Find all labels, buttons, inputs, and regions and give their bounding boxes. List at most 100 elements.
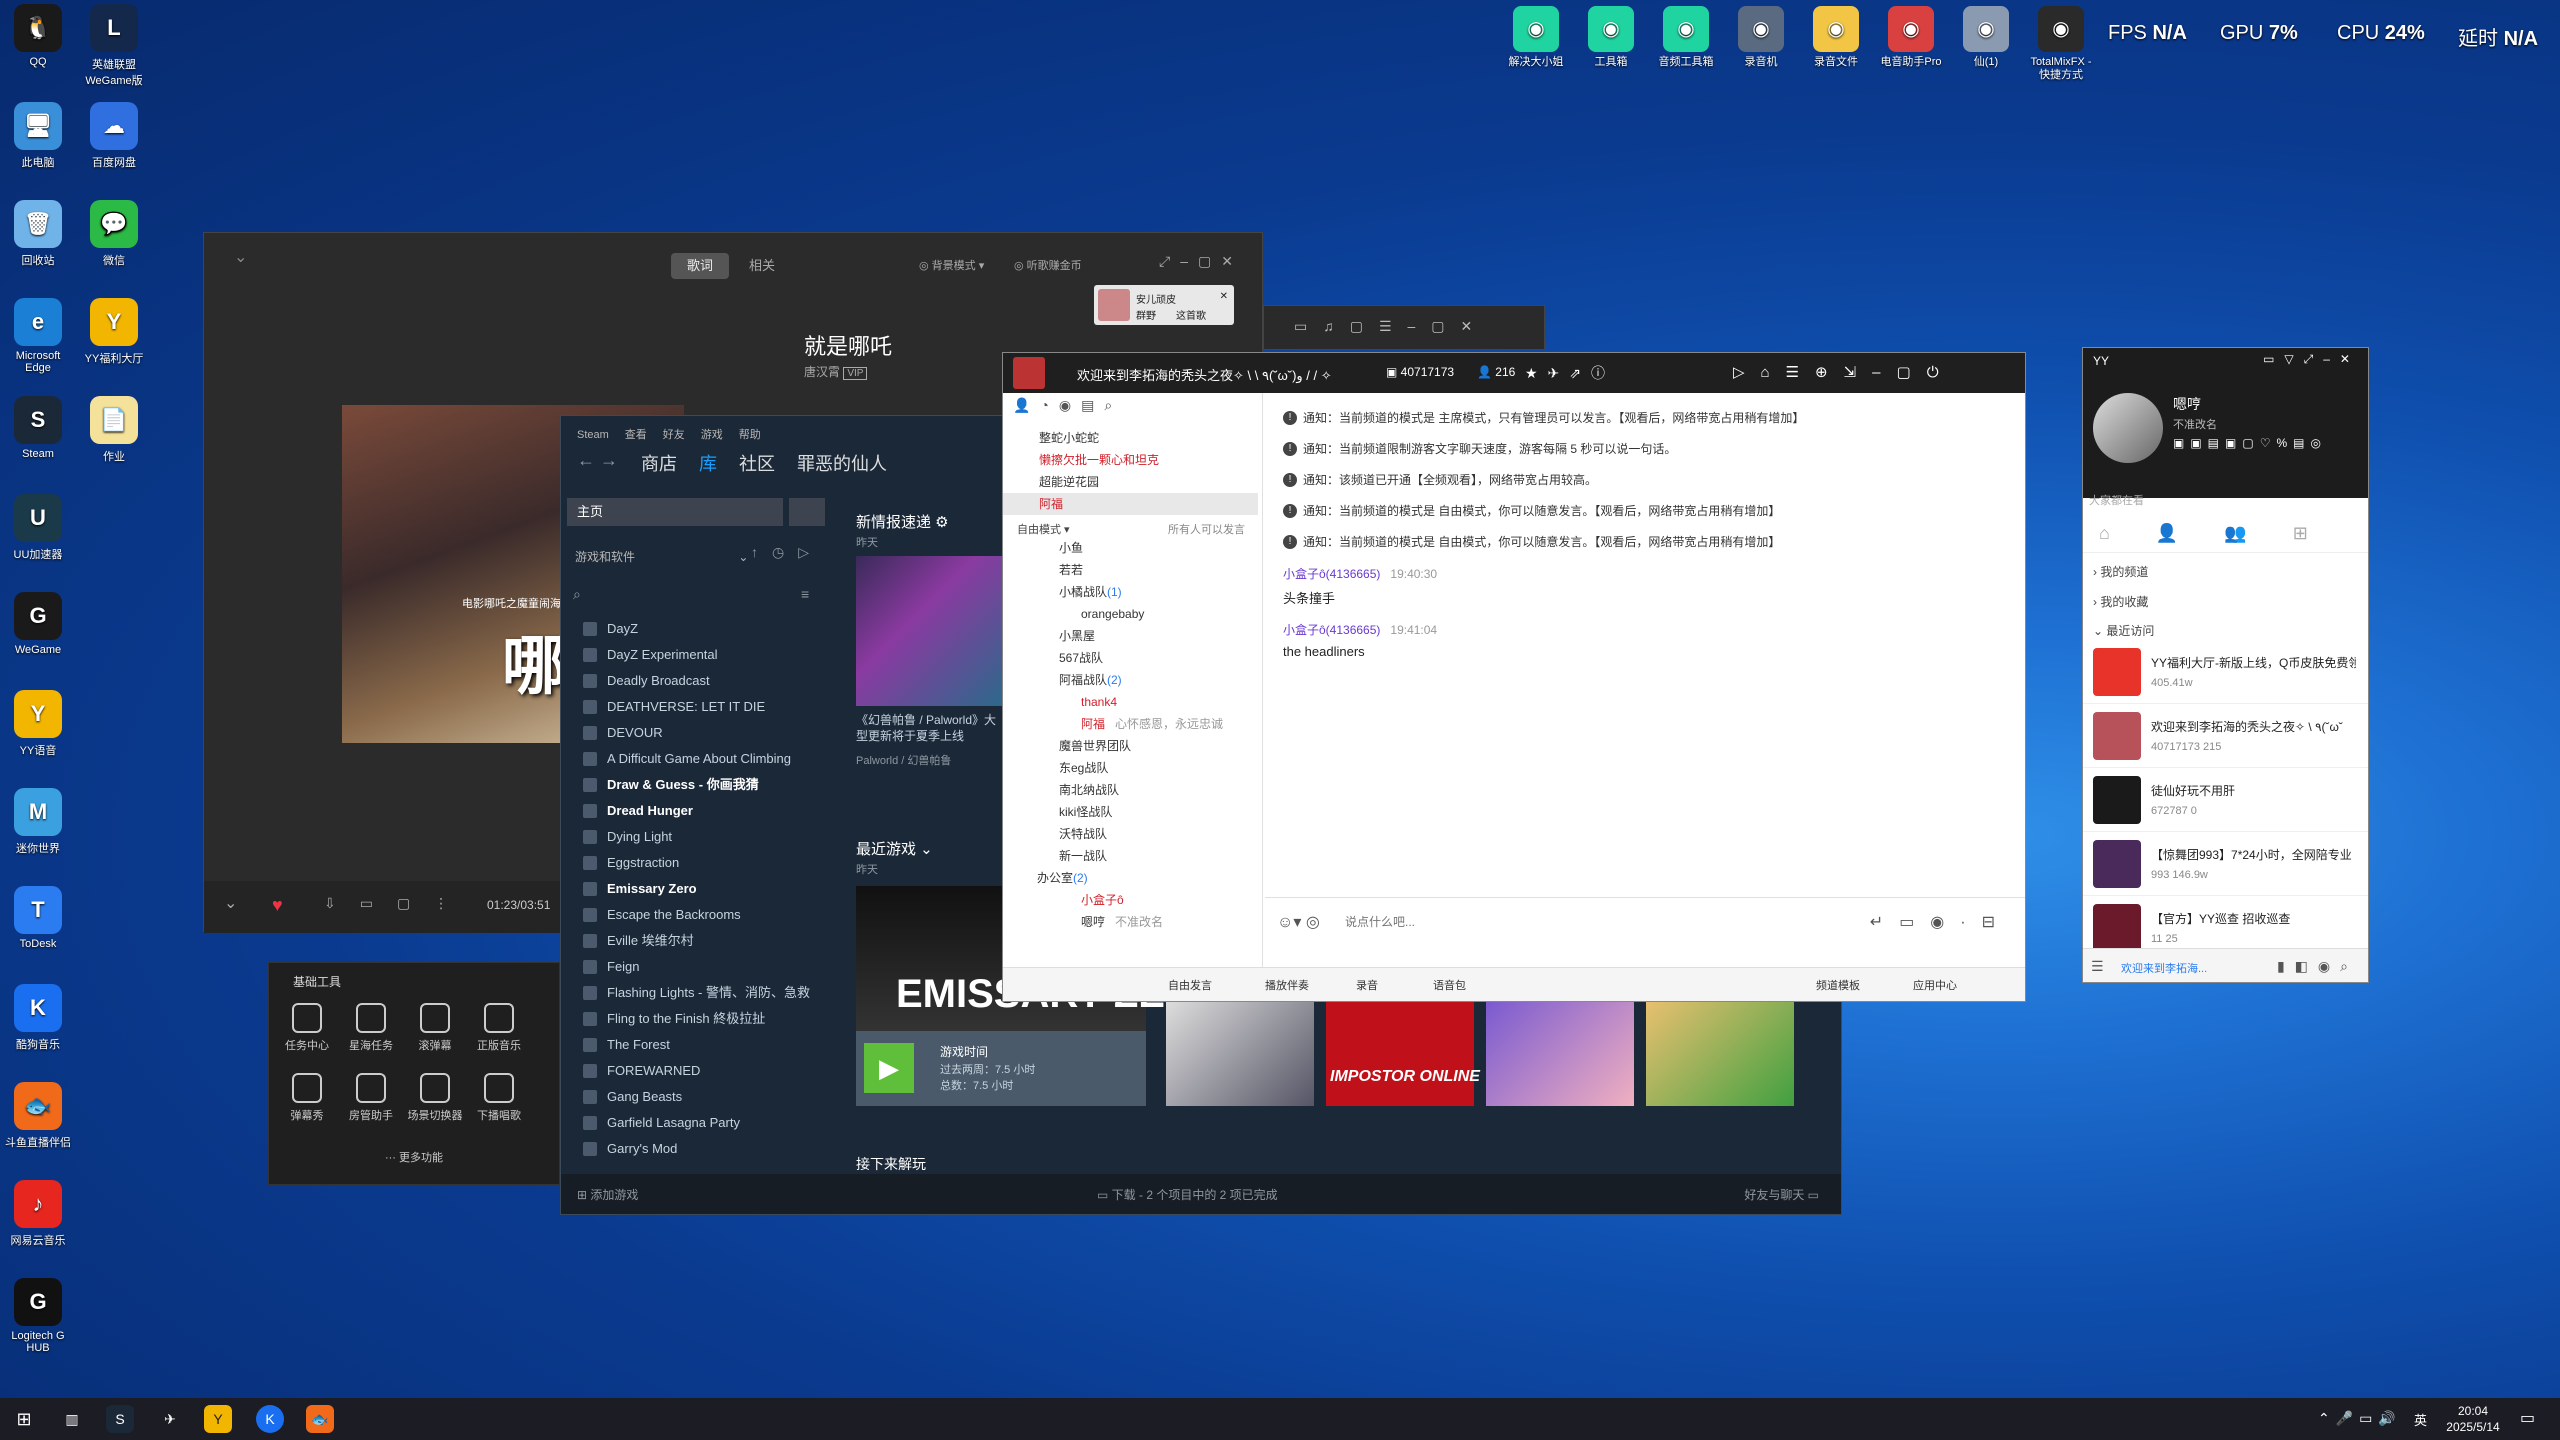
desktop-icon[interactable]: ◉ 仙(1)	[1950, 6, 2022, 69]
channel-item[interactable]: 新一战队	[1003, 845, 1258, 867]
bottom-bar-button[interactable]: 自由发言	[1168, 977, 1212, 993]
game-list-item[interactable]: Dying Light	[561, 824, 831, 850]
window-controls[interactable]: ⤢–▢✕	[1159, 253, 1243, 270]
bottom-bar-button[interactable]: 频道模板	[1816, 977, 1860, 993]
recent-visits[interactable]: ⌄ 最近访问	[2093, 622, 2154, 639]
tool-button[interactable]: 下播唱歌	[469, 1073, 529, 1123]
channel-item[interactable]: kiki怪战队	[1003, 801, 1258, 823]
desktop-icon[interactable]: 🗑 回收站	[2, 200, 74, 268]
game-list-item[interactable]: The Forest	[561, 1032, 831, 1058]
desktop-icon[interactable]: Y YY语音	[2, 690, 74, 758]
tab-lyrics[interactable]: 歌词	[671, 253, 729, 279]
app-taskbar-icon[interactable]: ✈	[156, 1405, 184, 1433]
game-list-item[interactable]: DEATHVERSE: LET IT DIE	[561, 694, 831, 720]
desktop-icon[interactable]: L 英雄联盟WeGame版	[78, 4, 150, 88]
listen-coin-button[interactable]: ◎ 听歌赚金币	[1014, 257, 1082, 273]
tool-button[interactable]: 任务中心	[277, 1003, 337, 1053]
clock[interactable]: 20:04 2025/5/14	[2440, 1403, 2506, 1435]
window-controls[interactable]: ▷⌂☰⊕⇲–▢⏻	[1733, 353, 2023, 393]
footer-actions[interactable]: ▮◧◉⌕	[2277, 958, 2358, 975]
desktop-icon[interactable]: ♪ 网易云音乐	[2, 1180, 74, 1248]
desktop-icon[interactable]: ◉ 音频工具箱	[1650, 6, 1722, 69]
desktop-icon[interactable]: ◉ 工具箱	[1575, 6, 1647, 69]
channel-item[interactable]: 沃特战队	[1003, 823, 1258, 845]
game-list-item[interactable]: DEVOUR	[561, 720, 831, 746]
my-channels[interactable]: › 我的频道	[2093, 563, 2148, 580]
bg-mode-button[interactable]: ◎ 背景模式 ▾	[919, 257, 984, 273]
game-list-item[interactable]: Dread Hunger	[561, 798, 831, 824]
menu-icon[interactable]: ☰	[2091, 958, 2104, 975]
recent-channel-item[interactable]: 【惊舞团993】7*24小时，全网陪专业 993 146.9w	[2083, 832, 2368, 896]
tool-button[interactable]: 滚弹幕	[405, 1003, 465, 1053]
menu-item[interactable]: 好友	[663, 429, 685, 441]
desktop-icon[interactable]: 🖥 此电脑	[2, 102, 74, 170]
more-functions-button[interactable]: ··· 更多功能	[269, 1149, 559, 1165]
channel-item[interactable]: 魔兽世界团队	[1003, 735, 1258, 757]
game-list-item[interactable]: A Difficult Game About Climbing	[561, 746, 831, 772]
desktop-icon[interactable]: S Steam	[2, 396, 74, 460]
window-controls[interactable]: ▭♫▢☰–▢✕	[1294, 318, 1488, 335]
game-list-item[interactable]: Emissary Zero	[561, 876, 831, 902]
tool-button[interactable]: 正版音乐	[469, 1003, 529, 1053]
back-forward-icons[interactable]: ← →	[577, 450, 618, 471]
message-user[interactable]: 小盒子ô(4136665)	[1283, 623, 1380, 637]
nav-tab[interactable]: 罪恶的仙人	[797, 454, 887, 474]
tab-related[interactable]: 相关	[749, 253, 775, 279]
bottom-bar-button[interactable]: 录音	[1356, 977, 1378, 993]
desktop-icon[interactable]: e Microsoft Edge	[2, 298, 74, 374]
desktop-icon[interactable]: M 迷你世界	[2, 788, 74, 856]
bottom-bar-button[interactable]: 应用中心	[1913, 977, 1957, 993]
chevron-down-icon[interactable]: ⌄	[224, 893, 237, 913]
grid-view-icon[interactable]	[789, 498, 825, 526]
desktop-icon[interactable]: T ToDesk	[2, 886, 74, 950]
sort-icons[interactable]: ↑◷▷	[751, 544, 823, 561]
notification-icon[interactable]: ▭	[2520, 1408, 2535, 1428]
message-user[interactable]: 小盒子ô(4136665)	[1283, 567, 1380, 581]
game-list-item[interactable]: Flashing Lights - 警情、消防、急救	[561, 980, 831, 1006]
game-list-item[interactable]: Draw & Guess - 你画我猜	[561, 772, 831, 798]
channel-item[interactable]: 东eg战队	[1003, 757, 1258, 779]
mode-selector[interactable]: 自由模式 ▾	[1017, 521, 1070, 537]
recent-channel-item[interactable]: 欢迎来到李拓海的秃头之夜✧ \ ٩(˘ω˘ 40717173 215	[2083, 704, 2368, 768]
desktop-icon[interactable]: U UU加速器	[2, 494, 74, 562]
emoji-icon[interactable]: ☺▾ ◎	[1277, 912, 1320, 932]
tool-button[interactable]: 场景切换器	[405, 1073, 465, 1123]
douyu-taskbar-icon[interactable]: 🐟	[306, 1405, 334, 1433]
system-tray[interactable]: ⌃🎤▭🔊	[2318, 1410, 2402, 1427]
channel-item[interactable]: orangebaby	[1003, 603, 1258, 625]
profile-tabs[interactable]: ⌂👤👥⊞	[2083, 513, 2368, 553]
game-list-item[interactable]: FOREWARNED	[561, 1058, 831, 1084]
play-button[interactable]: ▶	[864, 1043, 914, 1093]
player-actions[interactable]: ⇩▭▢⋮	[324, 895, 472, 912]
channel-item[interactable]: 办公室(2)	[1003, 867, 1258, 889]
desktop-icon[interactable]: K 酷狗音乐	[2, 984, 74, 1052]
title-actions[interactable]: ★✈⇗ⓘ	[1525, 363, 1615, 383]
game-tile[interactable]	[1166, 1002, 1314, 1106]
game-list-item[interactable]: Feign	[561, 954, 831, 980]
game-list-item[interactable]: DayZ Experimental	[561, 642, 831, 668]
bottom-bar-button[interactable]: 语音包	[1433, 977, 1466, 993]
game-list-item[interactable]: Deadly Broadcast	[561, 668, 831, 694]
bottom-bar-button[interactable]: 播放伴奏	[1265, 977, 1309, 993]
menu-item[interactable]: 帮助	[739, 429, 761, 441]
tool-button[interactable]: 弹幕秀	[277, 1073, 337, 1123]
chat-input[interactable]	[1345, 908, 1905, 936]
game-list-item[interactable]: Gang Beasts	[561, 1084, 831, 1110]
start-icon[interactable]: ⊞	[10, 1405, 38, 1433]
my-favorites[interactable]: › 我的收藏	[2093, 593, 2148, 610]
friends-chat-button[interactable]: 好友与聊天 ▭	[1744, 1186, 1819, 1203]
channel-item[interactable]: 阿福 心怀感恩，永远忠诚	[1003, 713, 1258, 735]
channel-item[interactable]: 小橘战队(1)	[1003, 581, 1258, 603]
desktop-icon[interactable]: ◉ 录音文件	[1800, 6, 1872, 69]
profile-badges[interactable]: ▣▣▤▣▢♡%▤◎	[2173, 436, 2327, 450]
recent-channel-item[interactable]: YY福利大厅-新版上线，Q币皮肤免费领 405.41w	[2083, 640, 2368, 704]
desktop-icon[interactable]: Y YY福利大厅	[78, 298, 150, 366]
ime-indicator[interactable]: 英	[2414, 1410, 2427, 1429]
now-playing-notification[interactable]: 安儿顽皮 群野 这首歌 ✕	[1094, 285, 1234, 325]
channel-item[interactable]: 若若	[1003, 559, 1258, 581]
game-list-item[interactable]: Garfield Lasagna Party	[561, 1110, 831, 1136]
game-list-item[interactable]: Eville 埃维尔村	[561, 928, 831, 954]
channel-item[interactable]: 小黑屋	[1003, 625, 1258, 647]
game-list-item[interactable]: Fling to the Finish 終极拉扯	[561, 1006, 831, 1032]
channel-item[interactable]: 嗯哼 不准改名	[1003, 911, 1258, 933]
